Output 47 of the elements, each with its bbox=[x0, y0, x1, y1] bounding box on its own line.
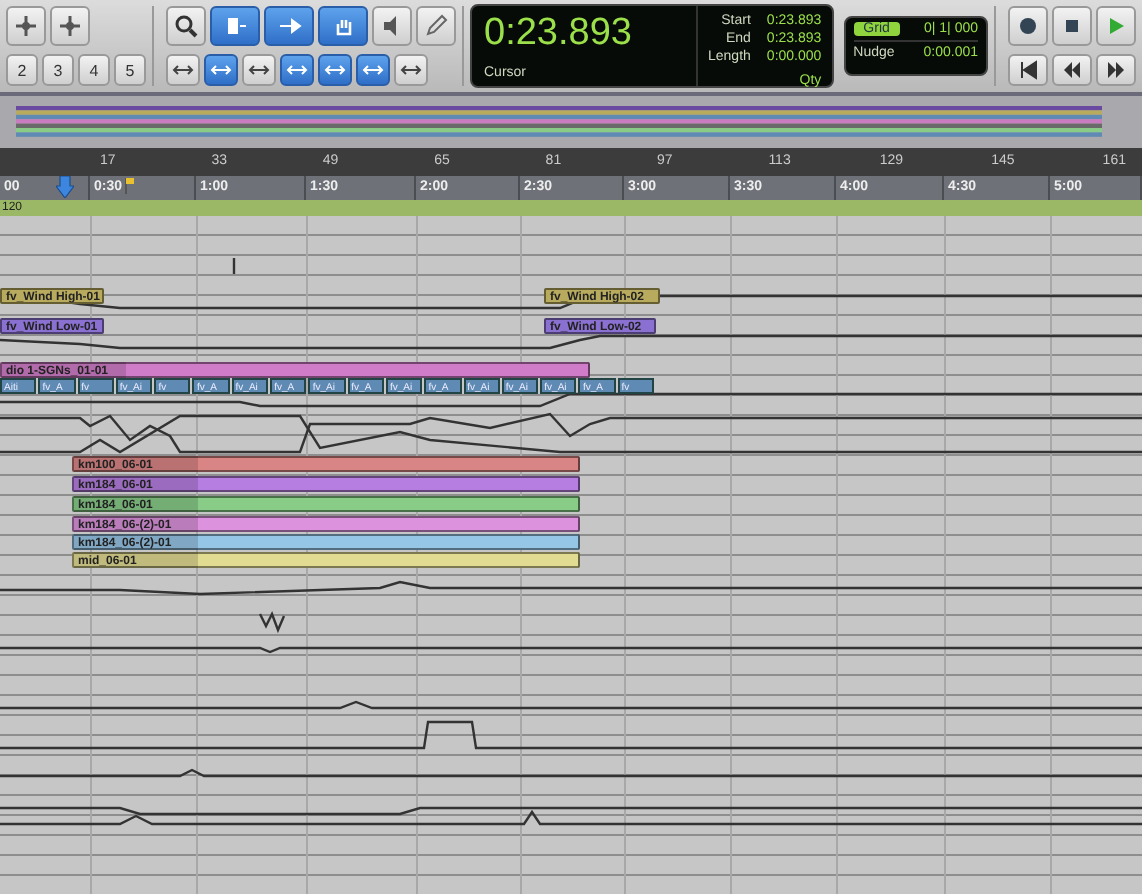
arrows-icon bbox=[286, 62, 308, 78]
transport-button[interactable] bbox=[1052, 54, 1092, 86]
main-counter: 0:23.893 bbox=[484, 12, 634, 56]
transport-button[interactable] bbox=[1008, 6, 1048, 46]
loop-icon bbox=[1018, 16, 1038, 36]
arrows-icon bbox=[400, 62, 422, 78]
arrows-icon bbox=[210, 62, 232, 78]
edit-mode-button[interactable] bbox=[204, 54, 238, 86]
zoom-toggle-button[interactable] bbox=[50, 6, 90, 46]
transport-button[interactable] bbox=[1052, 6, 1092, 46]
marker-flag-icon bbox=[124, 178, 134, 194]
go-to-start-icon bbox=[1018, 60, 1038, 80]
edit-mode-button[interactable] bbox=[280, 54, 314, 86]
zoom-preset-button[interactable]: 5 bbox=[114, 54, 146, 86]
arrows-icon bbox=[248, 62, 270, 78]
transport-button[interactable] bbox=[1008, 54, 1048, 86]
play-icon bbox=[1106, 16, 1126, 36]
edit-mode-button[interactable] bbox=[166, 54, 200, 86]
zoom-toggle-button[interactable] bbox=[6, 6, 46, 46]
magnifier-icon bbox=[174, 14, 198, 38]
crosshair-icon bbox=[14, 14, 38, 38]
edit-tool-button[interactable] bbox=[166, 6, 206, 46]
transport-button[interactable] bbox=[1096, 54, 1136, 86]
edit-tool-button[interactable] bbox=[416, 6, 456, 46]
fast-forward-icon bbox=[1106, 60, 1126, 80]
edit-tool-button[interactable] bbox=[372, 6, 412, 46]
playhead-marker-icon bbox=[56, 176, 74, 198]
zoom-preset-button[interactable]: 4 bbox=[78, 54, 110, 86]
arrows-icon bbox=[362, 62, 384, 78]
stop-icon bbox=[1062, 16, 1082, 36]
edit-tool-button[interactable] bbox=[264, 6, 314, 46]
edit-tool-button[interactable] bbox=[318, 6, 368, 46]
arrows-icon bbox=[172, 62, 194, 78]
edit-mode-button[interactable] bbox=[356, 54, 390, 86]
pencil-icon bbox=[424, 14, 448, 38]
rewind-icon bbox=[1062, 60, 1082, 80]
hand-icon bbox=[331, 14, 355, 38]
zoom-preset-button[interactable]: 3 bbox=[42, 54, 74, 86]
edit-mode-button[interactable] bbox=[318, 54, 352, 86]
crosshair-icon bbox=[58, 14, 82, 38]
arrow-icon bbox=[277, 14, 301, 38]
edit-tool-button[interactable] bbox=[210, 6, 260, 46]
zoom-preset-button[interactable]: 2 bbox=[6, 54, 38, 86]
trim-icon bbox=[223, 14, 247, 38]
edit-mode-button[interactable] bbox=[242, 54, 276, 86]
edit-mode-button[interactable] bbox=[394, 54, 428, 86]
arrows-icon bbox=[324, 62, 346, 78]
